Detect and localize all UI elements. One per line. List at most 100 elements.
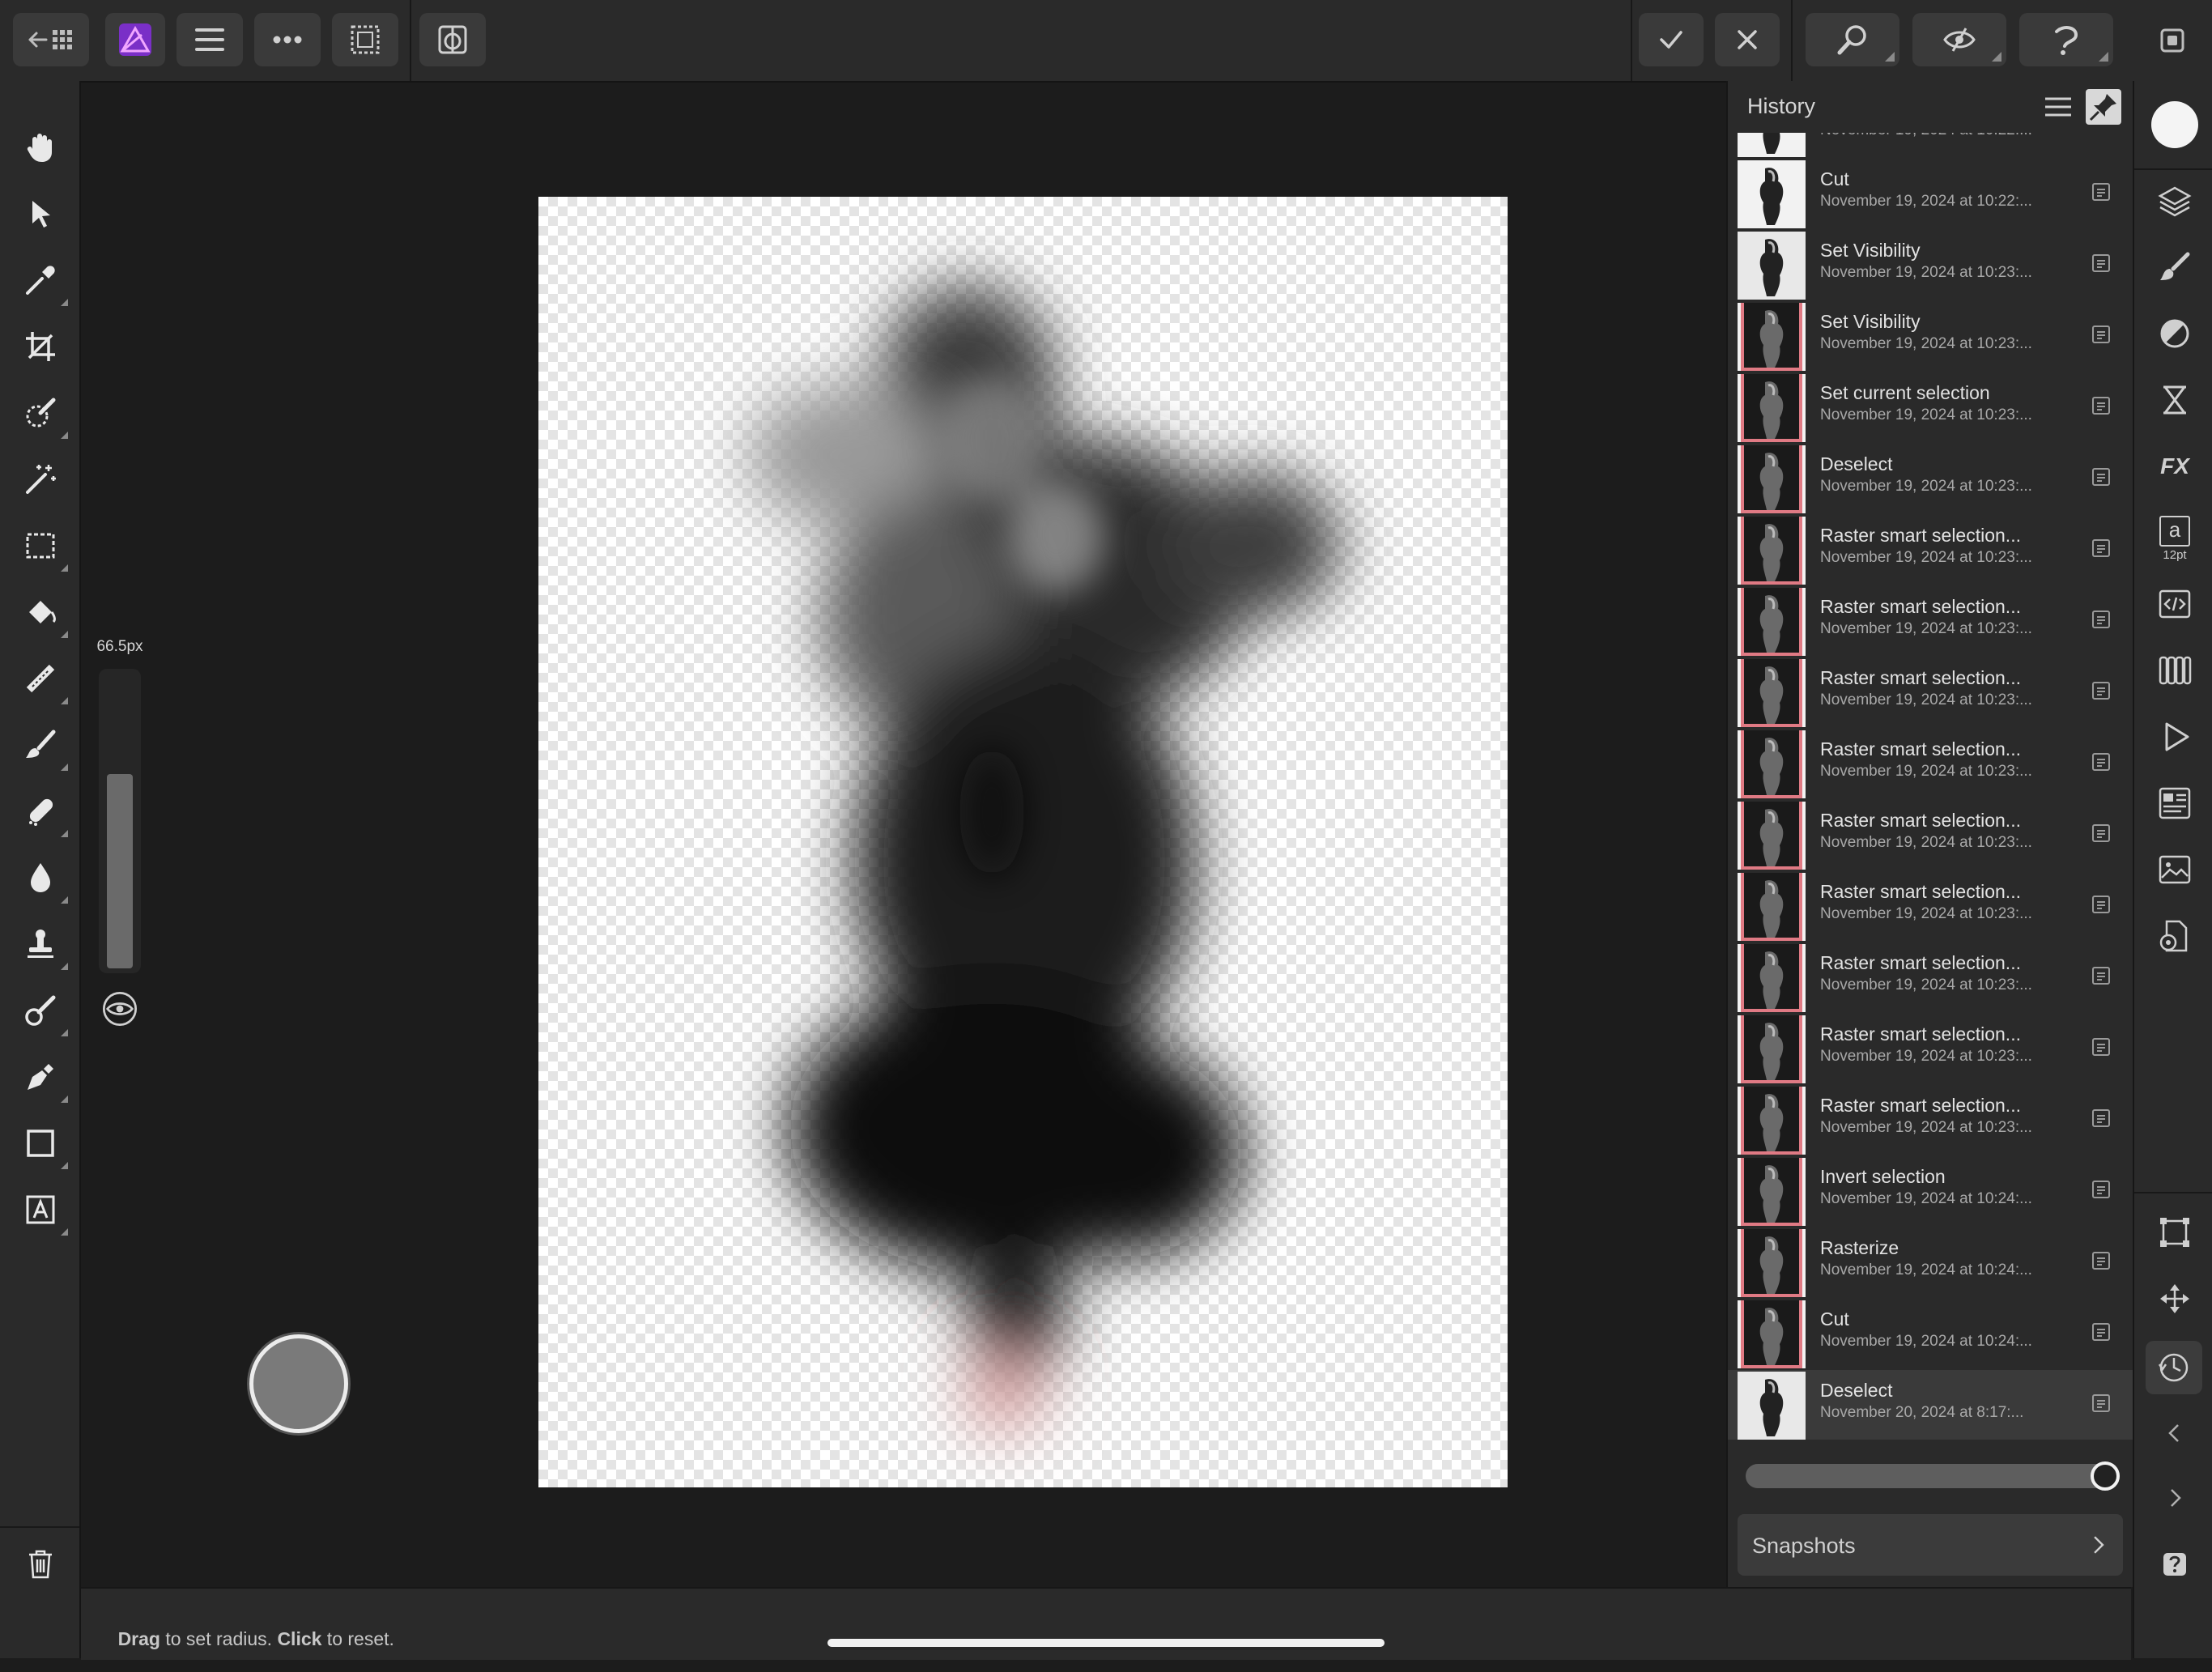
pen-tool[interactable] xyxy=(18,1054,68,1103)
preview-button[interactable] xyxy=(1912,13,2006,66)
top-toolbar xyxy=(0,0,2212,83)
document-settings-button[interactable] xyxy=(2150,912,2199,960)
history-item[interactable]: Raster smart selection... November 19, 20… xyxy=(1738,1085,2123,1155)
history-item-icon[interactable] xyxy=(2091,253,2112,274)
history-item-icon[interactable] xyxy=(2091,680,2112,701)
menu-button[interactable] xyxy=(177,13,243,66)
channels-panel-button[interactable] xyxy=(2150,376,2199,424)
history-scrubber-knob[interactable] xyxy=(2091,1461,2120,1491)
color-panel-button[interactable] xyxy=(2150,100,2199,149)
history-item[interactable]: Set Visibility November 19, 2024 at 10:23… xyxy=(1738,230,2123,300)
history-item[interactable]: Raster smart selection... November 19, 20… xyxy=(1738,586,2123,656)
color-picker-tool[interactable] xyxy=(18,257,68,306)
layers-panel-button[interactable] xyxy=(2150,177,2199,225)
window-button[interactable] xyxy=(2141,13,2202,66)
persona-button[interactable] xyxy=(105,13,165,66)
cancel-button[interactable] xyxy=(1715,13,1780,66)
transform-panel-button[interactable] xyxy=(2150,1208,2199,1257)
history-item[interactable]: Invert selection November 19, 2024 at 10:… xyxy=(1738,1156,2123,1226)
help-button[interactable] xyxy=(2150,1540,2199,1589)
code-panel-button[interactable] xyxy=(2150,580,2199,628)
marquee-tool[interactable] xyxy=(18,523,68,572)
history-item-icon[interactable] xyxy=(2091,395,2112,416)
history-item-icon[interactable] xyxy=(2091,965,2112,986)
brush-cursor[interactable] xyxy=(249,1334,348,1433)
paint-brush-tool[interactable] xyxy=(18,722,68,771)
brushes-panel-button[interactable] xyxy=(2150,243,2199,291)
history-panel-button[interactable] xyxy=(2146,1341,2202,1394)
magic-wand-tool[interactable] xyxy=(18,457,63,502)
image-panel-button[interactable] xyxy=(2150,845,2199,894)
history-menu-button[interactable] xyxy=(2040,89,2076,125)
refine-button[interactable] xyxy=(2019,13,2113,66)
brush-preview-toggle[interactable] xyxy=(100,989,139,1028)
quick-mask-button[interactable] xyxy=(419,13,486,66)
history-item-icon[interactable] xyxy=(2091,181,2112,202)
text-tool[interactable] xyxy=(18,1187,68,1236)
fx-panel-button[interactable]: FX xyxy=(2150,442,2199,491)
pin-panel-button[interactable] xyxy=(2086,89,2121,125)
swatches-panel-button[interactable] xyxy=(2150,646,2199,695)
back-to-gallery-button[interactable] xyxy=(13,13,89,66)
history-item-icon[interactable] xyxy=(2091,1393,2112,1414)
history-item-icon[interactable] xyxy=(2091,1108,2112,1129)
gradient-tool[interactable] xyxy=(18,656,68,704)
history-list[interactable]: November 19, 2024 at 10:22:... Cut Novembe… xyxy=(1728,133,2133,1519)
rectangle-icon xyxy=(27,1130,54,1157)
back-grid-icon xyxy=(28,30,72,49)
history-item[interactable]: Rasterize November 19, 2024 at 10:24:... xyxy=(1738,1227,2123,1297)
healing-tool[interactable] xyxy=(18,789,68,837)
history-item-icon[interactable] xyxy=(2091,538,2112,559)
macro-panel-button[interactable] xyxy=(2150,713,2199,761)
hand-tool[interactable] xyxy=(18,125,63,170)
history-item[interactable]: Deselect November 19, 2024 at 10:23:... xyxy=(1738,444,2123,513)
collapse-right-button[interactable] xyxy=(2150,1474,2199,1522)
history-item[interactable]: Raster smart selection... November 19, 20… xyxy=(1738,1014,2123,1083)
more-button[interactable] xyxy=(254,13,321,66)
character-panel-button[interactable]: a 12pt xyxy=(2150,508,2199,568)
history-item[interactable]: Cut November 19, 2024 at 10:24:... xyxy=(1738,1299,2123,1368)
history-item[interactable]: Raster smart selection... November 19, 20… xyxy=(1738,871,2123,941)
collapse-left-button[interactable] xyxy=(2150,1409,2199,1457)
selection-brush-tool[interactable] xyxy=(18,390,68,439)
history-item-icon[interactable] xyxy=(2091,1321,2112,1342)
history-item-icon[interactable] xyxy=(2091,1036,2112,1057)
history-item[interactable]: Raster smart selection... November 19, 20… xyxy=(1738,729,2123,798)
history-item[interactable]: Raster smart selection... November 19, 20… xyxy=(1738,657,2123,727)
history-item-icon[interactable] xyxy=(2091,894,2112,915)
selection-brush-options-button[interactable] xyxy=(1806,13,1899,66)
selection-mode-button[interactable] xyxy=(332,13,398,66)
delete-button[interactable] xyxy=(18,1542,63,1587)
smudge-tool[interactable] xyxy=(18,988,68,1036)
history-item[interactable]: Cut November 19, 2024 at 10:22:... xyxy=(1738,159,2123,228)
history-item-date: November 19, 2024 at 10:23:... xyxy=(1820,1119,2032,1136)
history-item[interactable]: Set Visibility November 19, 2024 at 10:23… xyxy=(1738,301,2123,371)
history-item[interactable]: Raster smart selection... November 19, 20… xyxy=(1738,942,2123,1012)
history-item[interactable]: Deselect November 20, 2024 at 8:17:... xyxy=(1728,1370,2133,1440)
crop-tool[interactable] xyxy=(18,324,63,369)
dodge-tool[interactable] xyxy=(18,855,68,904)
adjustments-panel-button[interactable] xyxy=(2150,309,2199,358)
history-item-icon[interactable] xyxy=(2091,324,2112,345)
history-item[interactable]: Raster smart selection... November 19, 20… xyxy=(1738,515,2123,585)
history-item-icon[interactable] xyxy=(2091,609,2112,630)
history-item[interactable]: November 19, 2024 at 10:22:... xyxy=(1738,133,2123,157)
radius-slider[interactable] xyxy=(99,669,141,973)
rectangle-tool[interactable] xyxy=(18,1121,68,1169)
move-tool[interactable] xyxy=(18,191,63,236)
history-item[interactable]: Raster smart selection... November 19, 20… xyxy=(1738,800,2123,870)
history-item-icon[interactable] xyxy=(2091,466,2112,487)
stock-panel-button[interactable] xyxy=(2150,779,2199,827)
commit-button[interactable] xyxy=(1639,13,1704,66)
clone-tool[interactable] xyxy=(18,921,68,970)
history-scrubber[interactable] xyxy=(1746,1461,2120,1491)
flood-fill-tool[interactable] xyxy=(18,589,68,638)
history-item-icon[interactable] xyxy=(2091,1250,2112,1271)
snapshots-button[interactable]: Snapshots xyxy=(1738,1514,2123,1576)
document-canvas[interactable] xyxy=(538,197,1508,1487)
history-item-icon[interactable] xyxy=(2091,1179,2112,1200)
history-item[interactable]: Set current selection November 19, 2024 a… xyxy=(1738,372,2123,442)
navigator-panel-button[interactable] xyxy=(2150,1274,2199,1323)
history-item-icon[interactable] xyxy=(2091,751,2112,772)
history-item-icon[interactable] xyxy=(2091,823,2112,844)
